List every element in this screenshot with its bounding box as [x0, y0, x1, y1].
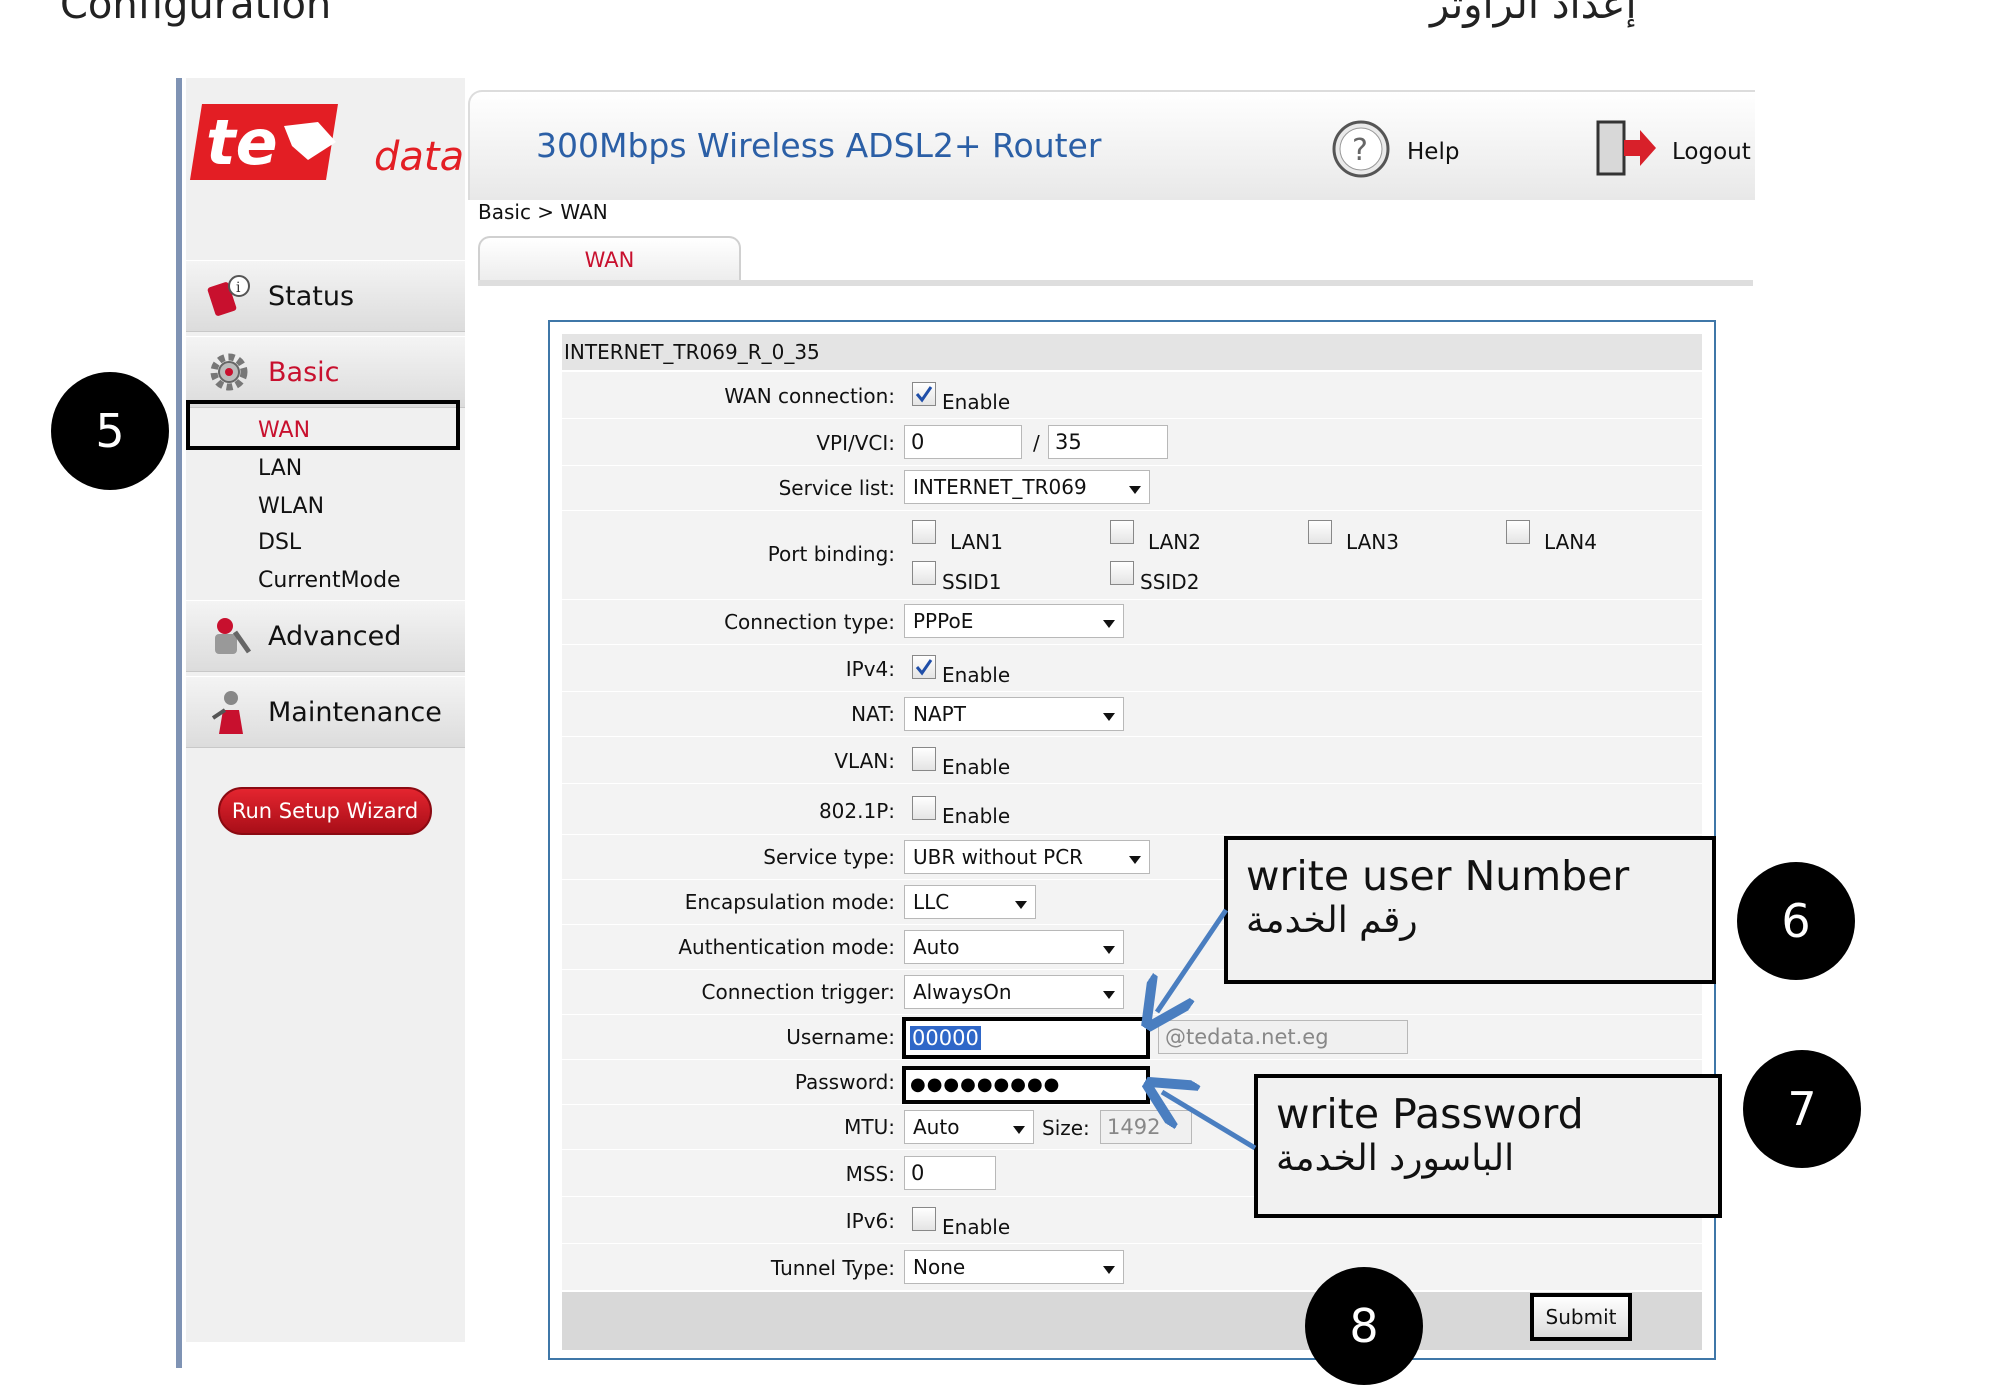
- annotation-arrows: [0, 908, 1257, 1151]
- step-marker-7: 7: [1743, 1050, 1861, 1168]
- arrow-to-password: [1162, 1092, 1257, 1151]
- arrow-to-username: [1157, 908, 1229, 1012]
- step-marker-6: 6: [1737, 862, 1855, 980]
- step-marker-8: 8: [1305, 1267, 1423, 1385]
- step-marker-5: 5: [51, 372, 169, 490]
